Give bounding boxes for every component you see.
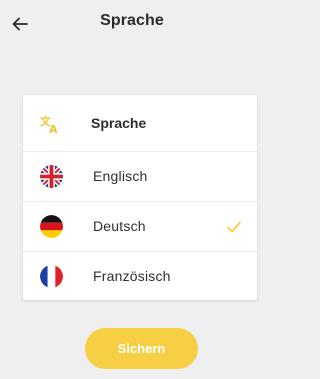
top-bar: Sprache: [0, 0, 264, 52]
checkmark-icon: [227, 221, 241, 233]
france-flag-icon: [40, 265, 63, 288]
svg-text:A: A: [49, 123, 58, 134]
uk-flag-icon: [40, 165, 63, 188]
save-button[interactable]: Sichern: [85, 328, 198, 369]
language-option-french[interactable]: Französisch: [23, 252, 257, 302]
language-list-header: 文 A Sprache: [23, 95, 257, 152]
language-option-english[interactable]: Englisch: [23, 152, 257, 202]
language-list-title: Sprache: [91, 115, 147, 131]
language-label-german: Deutsch: [93, 218, 146, 234]
language-list-card: 文 A Sprache Englisch Deutsch Französisch: [23, 95, 257, 300]
language-label-english: Englisch: [93, 168, 148, 184]
translate-icon: 文 A: [40, 114, 58, 134]
language-option-german[interactable]: Deutsch: [23, 202, 257, 252]
germany-flag-icon: [40, 215, 63, 238]
page-title: Sprache: [100, 12, 164, 29]
language-settings-screen: Sprache 文 A Sprache Englisch Deutsch Fra…: [0, 0, 264, 379]
language-label-french: Französisch: [93, 268, 171, 284]
